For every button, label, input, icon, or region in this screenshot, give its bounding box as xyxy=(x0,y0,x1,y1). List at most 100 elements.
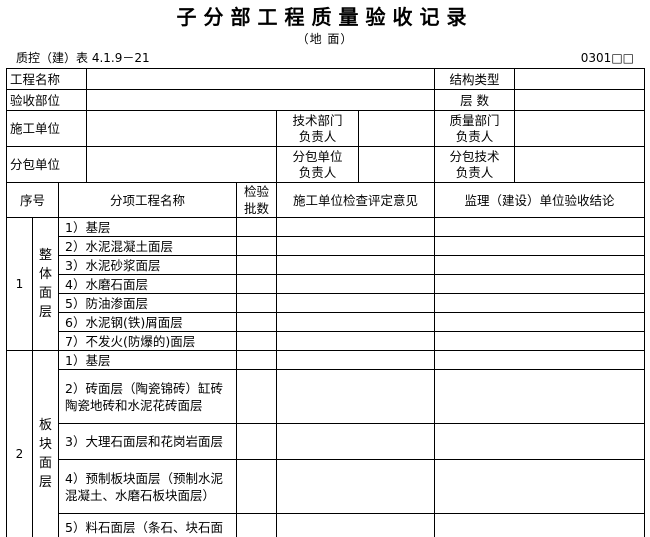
item-name: 2）水泥混凝土面层 xyxy=(57,236,238,256)
tech-dept-head-label: 技术部门 负责人 xyxy=(276,110,360,147)
tech-dept-head-text: 技术部门 负责人 xyxy=(292,112,343,144)
item-name: 7）不发火(防爆的)面层 xyxy=(57,331,238,351)
batches-cell[interactable] xyxy=(236,255,278,275)
supervisor-conclusion-cell[interactable] xyxy=(434,350,646,370)
row-project-name: 工程名称 结构类型 xyxy=(5,68,646,90)
contractor-opinion-cell[interactable] xyxy=(276,274,436,294)
table-row: 4）预制板块面层（预制水泥混凝土、水磨石板块面层） xyxy=(7,459,646,514)
contractor-opinion-cell[interactable] xyxy=(276,312,436,332)
supervisor-conclusion-cell[interactable] xyxy=(434,513,646,537)
item-name: 5）料石面层（条石、块石面层） xyxy=(57,513,238,537)
acceptance-record-page: 子分部工程质量验收记录 （地 面） 质控（建）表 4.1.9－21 0301□□… xyxy=(0,0,650,537)
supervisor-conclusion-cell[interactable] xyxy=(434,312,646,332)
item-name: 2）砖面层（陶瓷锦砖）缸砖陶瓷地砖和水泥花砖面层 xyxy=(57,369,238,424)
subcontract-head-label: 分包单位 负责人 xyxy=(276,146,360,183)
subcontract-tech-head-text: 分包技术 负责人 xyxy=(449,148,500,180)
table-row: 4）水磨石面层 xyxy=(7,274,646,294)
supervisor-conclusion-cell[interactable] xyxy=(434,293,646,313)
construction-unit-label: 施工单位 xyxy=(5,110,88,147)
contractor-opinion-cell[interactable] xyxy=(276,350,436,370)
table-row: 1 整 体 面 层 1）基层 xyxy=(6,217,646,351)
item-name: 6）水泥钢(铁)屑面层 xyxy=(57,312,238,332)
batches-cell[interactable] xyxy=(236,274,278,294)
table-row: 5）防油渗面层 xyxy=(7,293,646,313)
supervisor-conclusion-cell[interactable] xyxy=(434,369,646,424)
col-item-name-header: 分项工程名称 xyxy=(57,182,238,218)
group-name-text: 整 体 面 层 xyxy=(38,248,52,320)
construction-unit-field[interactable] xyxy=(86,110,278,147)
page-title: 子分部工程质量验收记录 xyxy=(176,5,474,29)
table-row: 2）水泥混凝土面层 xyxy=(7,236,646,256)
batches-cell[interactable] xyxy=(236,350,278,370)
contractor-opinion-cell[interactable] xyxy=(276,293,436,313)
subcontract-unit-field[interactable] xyxy=(86,146,278,183)
batches-cell[interactable] xyxy=(236,369,278,424)
floors-field[interactable] xyxy=(514,89,646,111)
item-name: 1）基层 xyxy=(57,350,238,370)
contractor-opinion-cell[interactable] xyxy=(276,513,436,537)
supervisor-conclusion-cell[interactable] xyxy=(434,274,646,294)
table-row: 3）大理石面层和花岗岩面层 xyxy=(7,423,646,460)
group-name: 整 体 面 层 xyxy=(32,217,59,351)
page-subtitle: （地 面） xyxy=(296,32,354,46)
contractor-opinion-cell[interactable] xyxy=(276,217,436,237)
group-name-text: 板 块 面 层 xyxy=(38,418,52,490)
structure-type-field[interactable] xyxy=(514,68,646,90)
supervisor-conclusion-cell[interactable] xyxy=(434,331,646,351)
supervisor-conclusion-cell[interactable] xyxy=(434,217,646,237)
group-name: 板 块 面 层 xyxy=(32,350,59,537)
quality-dept-head-text: 质量部门 负责人 xyxy=(449,112,500,144)
quality-dept-head-field[interactable] xyxy=(514,110,646,147)
supervisor-conclusion-cell[interactable] xyxy=(434,459,646,514)
structure-type-label: 结构类型 xyxy=(434,68,516,90)
contractor-opinion-cell[interactable] xyxy=(276,423,436,460)
subcontract-unit-label: 分包单位 xyxy=(5,146,88,183)
acceptance-part-field[interactable] xyxy=(86,89,436,111)
tech-dept-head-field[interactable] xyxy=(358,110,436,147)
row-construction-unit: 施工单位 技术部门 负责人 质量部门 负责人 xyxy=(5,110,646,147)
table-row: 6）水泥钢(铁)屑面层 xyxy=(7,312,646,332)
subcontract-head-field[interactable] xyxy=(358,146,436,183)
column-header-row: 序号 分项工程名称 检验批数 施工单位检查评定意见 监理（建设）单位验收结论 xyxy=(6,182,646,218)
subcontract-tech-head-field[interactable] xyxy=(514,146,646,183)
col-supervisor-conclusion-header: 监理（建设）单位验收结论 xyxy=(434,182,646,218)
contractor-opinion-cell[interactable] xyxy=(276,236,436,256)
table-row: 7）不发火(防爆的)面层 xyxy=(7,331,646,351)
item-name: 5）防油渗面层 xyxy=(57,293,238,313)
batches-cell[interactable] xyxy=(236,513,278,537)
table-row: 2 板 块 面 层 1）基层 xyxy=(6,350,646,537)
item-name: 4）预制板块面层（预制水泥混凝土、水磨石板块面层） xyxy=(57,459,238,514)
record-table: 工程名称 结构类型 验收部位 层 数 施工单位 技术部门 负责人 质量部门 负责… xyxy=(5,68,646,537)
project-name-field[interactable] xyxy=(86,68,436,90)
supervisor-conclusion-cell[interactable] xyxy=(434,236,646,256)
table-row: 2）砖面层（陶瓷锦砖）缸砖陶瓷地砖和水泥花砖面层 xyxy=(7,369,646,424)
col-seq-header: 序号 xyxy=(6,182,59,218)
subcontract-tech-head-label: 分包技术 负责人 xyxy=(434,146,516,183)
contractor-opinion-cell[interactable] xyxy=(276,459,436,514)
item-name: 1）基层 xyxy=(57,217,238,237)
batches-cell[interactable] xyxy=(236,459,278,514)
row-subcontract-unit: 分包单位 分包单位 负责人 分包技术 负责人 xyxy=(5,146,646,183)
acceptance-part-label: 验收部位 xyxy=(5,89,88,111)
contractor-opinion-cell[interactable] xyxy=(276,255,436,275)
supervisor-conclusion-cell[interactable] xyxy=(434,255,646,275)
col-batches-header: 检验批数 xyxy=(236,182,278,218)
project-name-label: 工程名称 xyxy=(5,68,88,90)
contractor-opinion-cell[interactable] xyxy=(276,331,436,351)
table-row: 3）水泥砂浆面层 xyxy=(7,255,646,275)
item-name: 4）水磨石面层 xyxy=(57,274,238,294)
batches-cell[interactable] xyxy=(236,293,278,313)
contractor-opinion-cell[interactable] xyxy=(276,369,436,424)
group-number: 2 xyxy=(6,350,33,537)
item-name: 3）水泥砂浆面层 xyxy=(57,255,238,275)
batches-cell[interactable] xyxy=(236,423,278,460)
form-number: 0301□□ xyxy=(580,51,634,65)
batches-cell[interactable] xyxy=(236,236,278,256)
table-row: 5）料石面层（条石、块石面层） xyxy=(7,513,646,537)
batches-cell[interactable] xyxy=(236,217,278,237)
batches-cell[interactable] xyxy=(236,331,278,351)
item-name: 3）大理石面层和花岗岩面层 xyxy=(57,423,238,460)
supervisor-conclusion-cell[interactable] xyxy=(434,423,646,460)
col-contractor-opinion-header: 施工单位检查评定意见 xyxy=(276,182,436,218)
batches-cell[interactable] xyxy=(236,312,278,332)
